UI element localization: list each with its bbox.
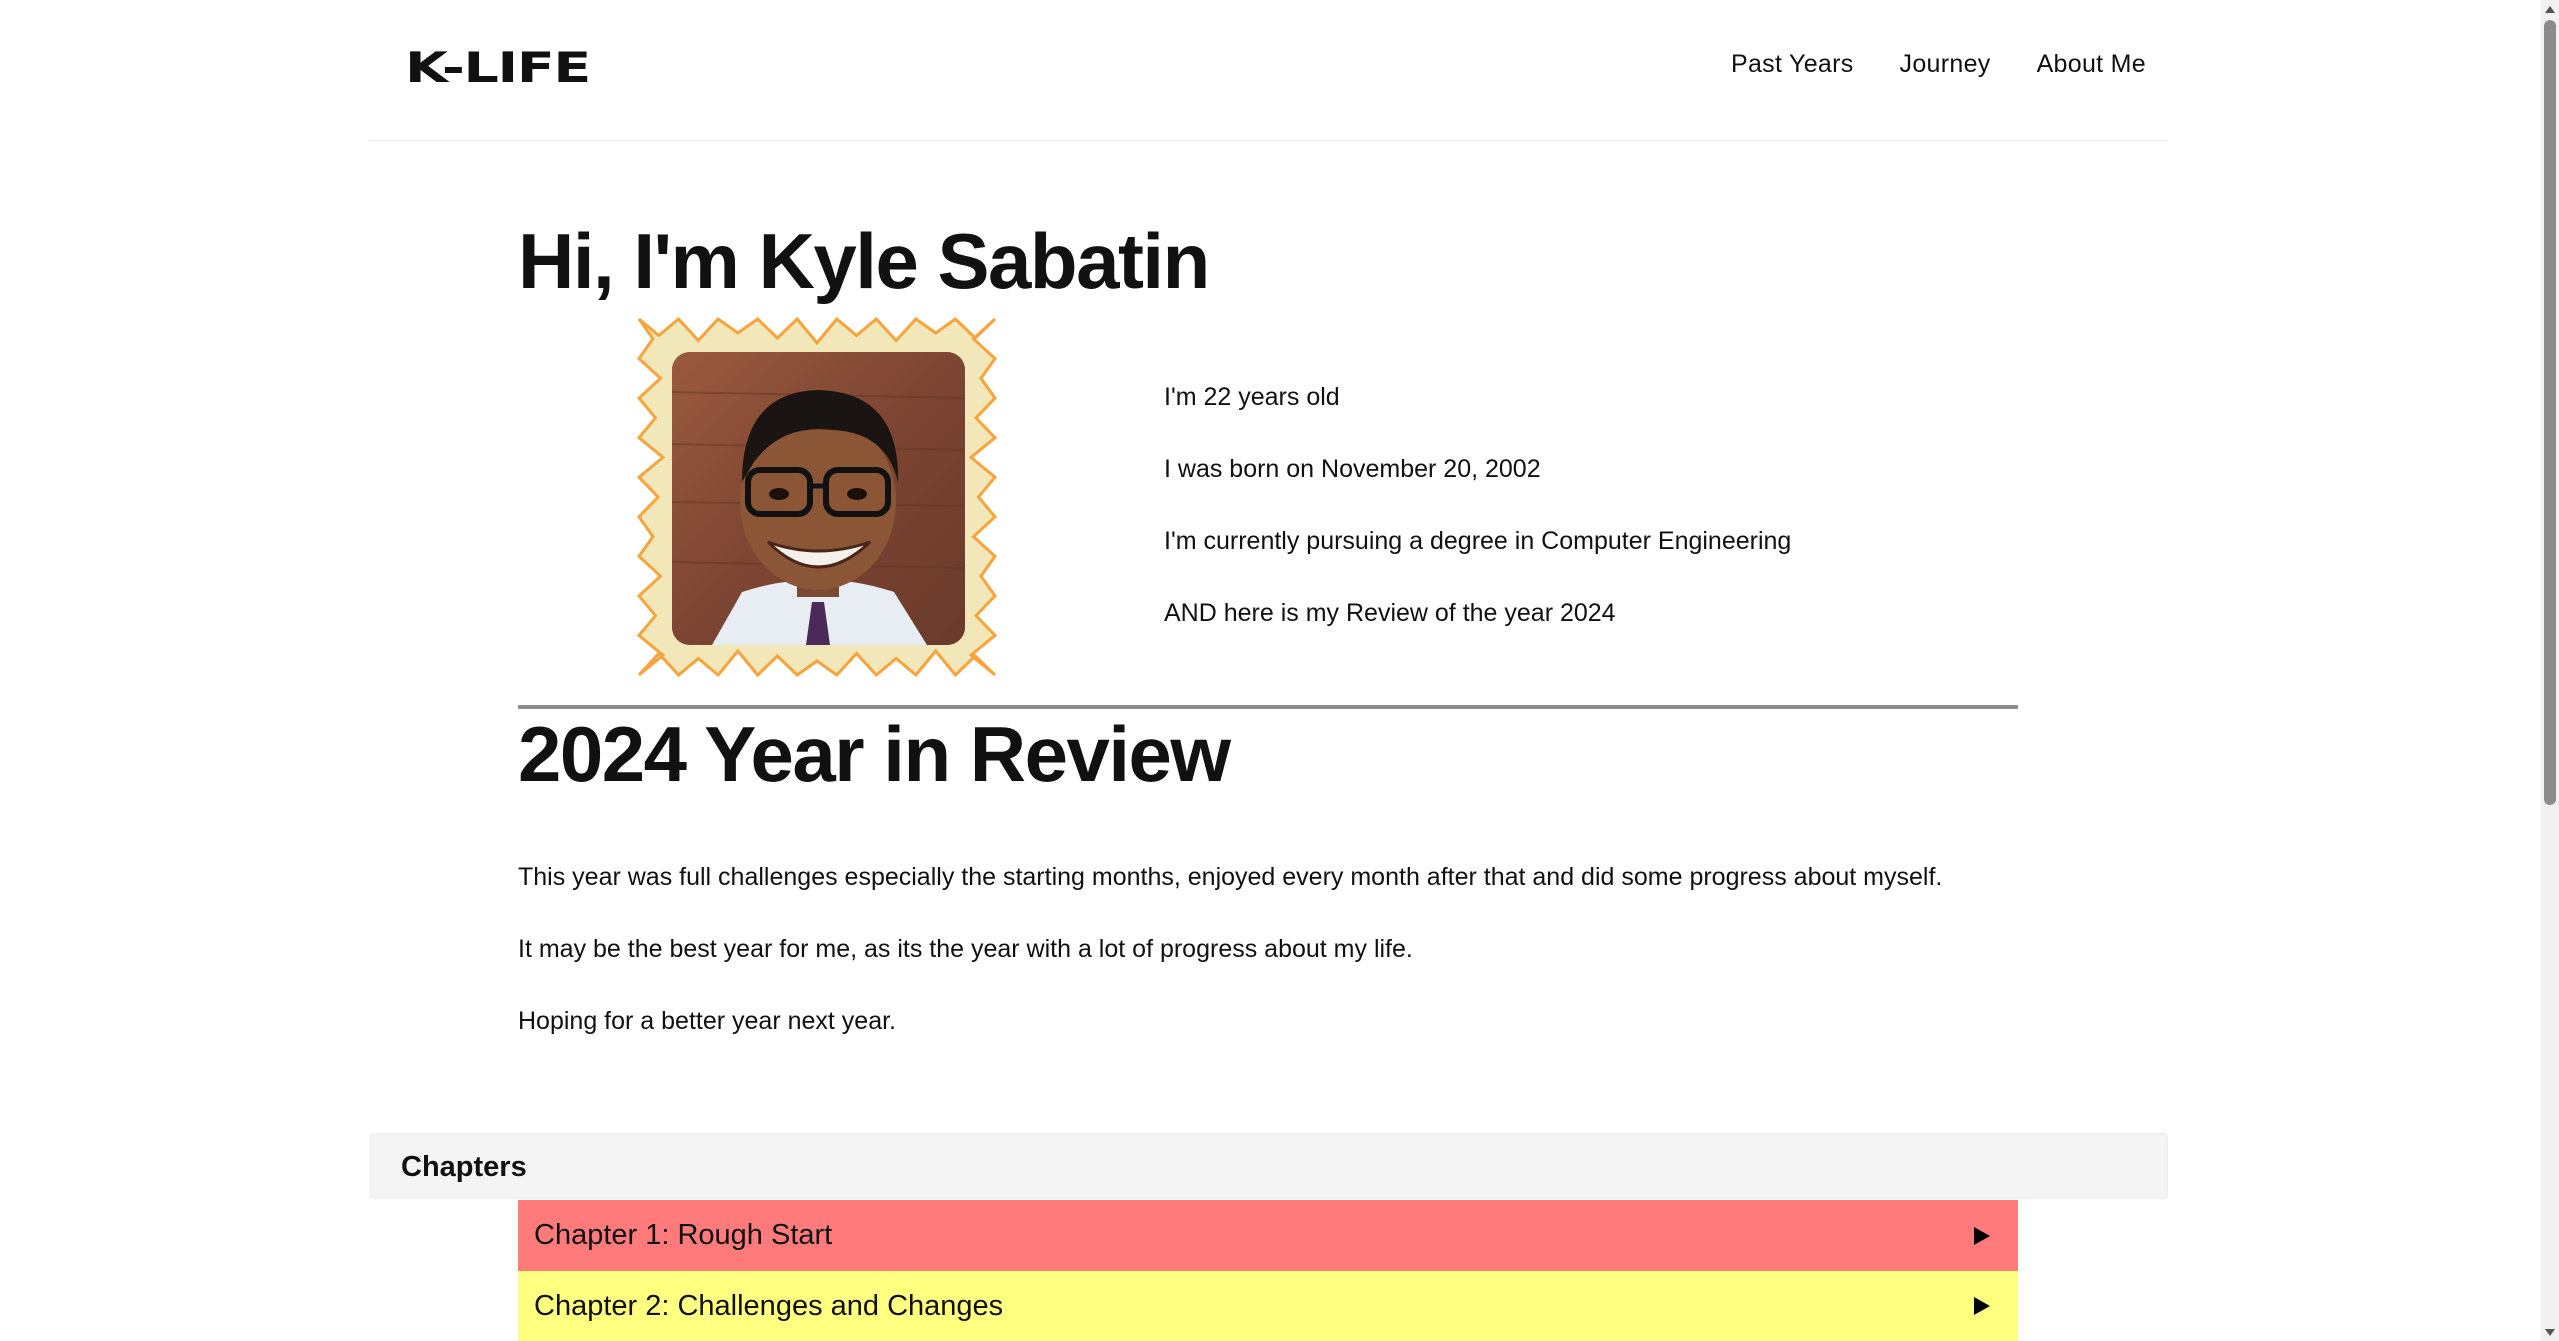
- chapter-2-toggle[interactable]: Chapter 2: Challenges and Changes: [518, 1271, 2018, 1341]
- triangle-right-icon: [1974, 1226, 1990, 1245]
- review-paragraph: This year was full challenges especially…: [518, 863, 1943, 891]
- site-header: K-LIFE Past Years Journey About Me: [370, 0, 2168, 141]
- site-logo[interactable]: K-LIFE: [405, 44, 591, 92]
- profile-photo: [672, 352, 965, 645]
- page: K-LIFE Past Years Journey About Me Hi, I…: [0, 0, 2559, 1341]
- fact-age: I'm 22 years old: [1164, 383, 1340, 411]
- about-facts: I'm 22 years old I was born on November …: [1164, 383, 1791, 671]
- review-paragraph: It may be the best year for me, as its t…: [518, 935, 1413, 963]
- triangle-right-icon: [1974, 1297, 1990, 1315]
- chapters-label: Chapters: [401, 1151, 527, 1183]
- profile-photo-frame: [636, 316, 998, 678]
- chapter-label: Chapter 1: Rough Start: [534, 1219, 833, 1251]
- chapter-label: Chapter 2: Challenges and Changes: [534, 1289, 1004, 1322]
- portrait-image: [672, 352, 965, 645]
- review-body: This year was full challenges especially…: [518, 863, 1942, 1079]
- nav-about-me[interactable]: About Me: [2037, 50, 2146, 79]
- scrollbar-thumb[interactable]: [2544, 20, 2556, 805]
- nav-past-years[interactable]: Past Years: [1731, 50, 1854, 79]
- arrow-up-icon[interactable]: [2541, 0, 2559, 18]
- fact-degree: I'm currently pursuing a degree in Compu…: [1164, 527, 1792, 555]
- review-title: 2024 Year in Review: [518, 710, 1231, 798]
- nav-journey[interactable]: Journey: [1900, 50, 1991, 79]
- main-nav: Past Years Journey About Me: [1731, 50, 2146, 79]
- chapters-header: Chapters: [370, 1133, 2168, 1199]
- page-scrollbar[interactable]: [2541, 0, 2559, 1341]
- review-paragraph: Hoping for a better year next year.: [518, 1007, 896, 1035]
- fact-birthday: I was born on November 20, 2002: [1164, 455, 1541, 483]
- chapter-1-toggle[interactable]: Chapter 1: Rough Start: [518, 1200, 2018, 1271]
- hero-title: Hi, I'm Kyle Sabatin: [518, 217, 1210, 305]
- fact-review: AND here is my Review of the year 2024: [1164, 599, 1616, 627]
- arrow-down-icon[interactable]: [2541, 1323, 2559, 1341]
